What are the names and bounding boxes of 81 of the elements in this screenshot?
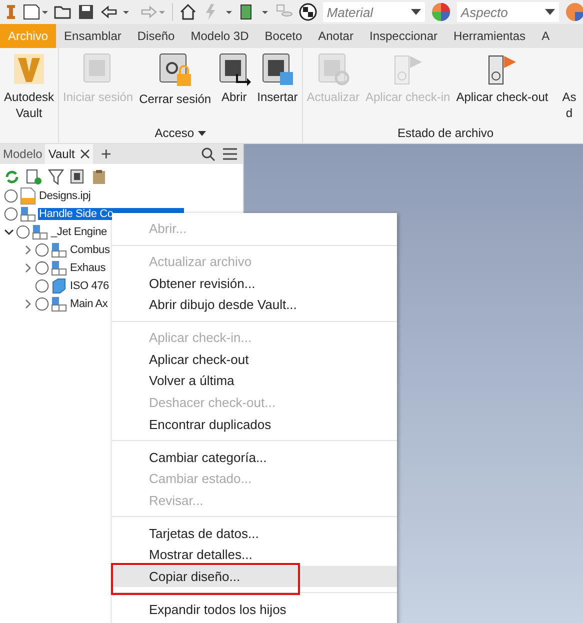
menu-item[interactable]: Cambiar categoría... bbox=[112, 446, 397, 468]
material-dropdown[interactable]: Material bbox=[322, 2, 425, 22]
status-circle-icon bbox=[4, 207, 18, 221]
ribbon-button[interactable]: Insertar bbox=[255, 52, 300, 123]
menu-item[interactable]: Mostrar detalles... bbox=[112, 544, 397, 566]
ribbon-tab[interactable]: Anotar bbox=[310, 24, 362, 48]
list-refresh-icon[interactable] bbox=[26, 169, 42, 185]
ribbon-tab[interactable]: Ensamblar bbox=[56, 24, 130, 48]
assembly-icon bbox=[51, 260, 67, 276]
status-circle-icon bbox=[16, 225, 30, 239]
browser-tab[interactable]: Modelo bbox=[0, 144, 46, 164]
safe-icon bbox=[260, 52, 294, 86]
app-logo-icon[interactable] bbox=[6, 4, 16, 20]
ribbon-button[interactable]: Autodesk Vault bbox=[2, 52, 56, 123]
search-icon[interactable] bbox=[201, 147, 215, 161]
tree-item[interactable]: _Jet Engine bbox=[50, 226, 108, 238]
status-circle-icon bbox=[35, 243, 49, 257]
close-icon[interactable] bbox=[80, 149, 90, 159]
caret-icon bbox=[410, 9, 421, 15]
safe-icon[interactable] bbox=[70, 169, 86, 185]
menu-item[interactable]: Abrir dibujo desde Vault... bbox=[112, 294, 397, 316]
status-circle-icon bbox=[35, 261, 49, 275]
checker-sphere-icon[interactable] bbox=[298, 3, 317, 21]
ribbon-tab[interactable]: Modelo 3D bbox=[182, 24, 257, 48]
caret-icon bbox=[545, 9, 556, 15]
safe-icon bbox=[316, 52, 350, 86]
ribbon-button[interactable]: Aplicar check-out bbox=[454, 52, 550, 123]
status-circle-icon bbox=[35, 279, 49, 293]
vault-status-icon[interactable] bbox=[238, 3, 269, 21]
chevron-right-icon[interactable] bbox=[23, 245, 33, 255]
new-file-icon[interactable] bbox=[22, 3, 48, 21]
chevron-right-icon[interactable] bbox=[23, 263, 33, 273]
cube-icon bbox=[51, 278, 67, 294]
ribbon-tab[interactable]: Diseño bbox=[129, 24, 183, 48]
ribbon-tab[interactable]: Boceto bbox=[256, 24, 310, 48]
clipboard-icon[interactable] bbox=[92, 169, 106, 185]
ribbon-tab[interactable]: Herramientas bbox=[446, 24, 534, 48]
menu-item[interactable]: Copiar diseño... bbox=[112, 566, 397, 588]
project-file-icon bbox=[20, 187, 36, 205]
status-circle-icon bbox=[4, 189, 18, 203]
tree-item[interactable]: ISO 476 bbox=[69, 280, 110, 292]
ribbon-button[interactable]: As d bbox=[552, 52, 583, 123]
safe-icon bbox=[217, 52, 252, 86]
undo-icon[interactable] bbox=[100, 4, 130, 20]
caret-icon[interactable] bbox=[198, 130, 206, 136]
panel-title: Estado de archivo bbox=[397, 126, 494, 140]
ribbon-tab[interactable]: Inspeccionar bbox=[361, 24, 446, 48]
assembly-icon bbox=[51, 242, 67, 258]
menu-item[interactable]: Aplicar check-out bbox=[112, 348, 397, 370]
menu-icon[interactable] bbox=[223, 148, 237, 160]
locked-safe-icon bbox=[157, 52, 194, 88]
tree-item[interactable]: Combus bbox=[69, 244, 111, 256]
home-icon[interactable] bbox=[178, 3, 197, 21]
menu-item[interactable]: Expandir todos los hijos bbox=[112, 598, 397, 620]
vault-logo-icon bbox=[14, 52, 44, 86]
chevron-right-icon[interactable] bbox=[23, 299, 33, 309]
assembly-icon bbox=[51, 296, 67, 312]
menu-item[interactable]: Volver a última bbox=[112, 370, 397, 392]
tree-item[interactable]: Exhaus bbox=[69, 262, 106, 274]
browser-tab[interactable]: Vault bbox=[45, 144, 93, 164]
ribbon-tab[interactable]: A bbox=[534, 24, 558, 48]
refresh-icon[interactable] bbox=[4, 169, 20, 185]
tree-item[interactable]: Main Ax bbox=[69, 298, 109, 310]
ribbon-button[interactable]: Abrir bbox=[215, 52, 254, 123]
menu-item[interactable]: Obtener revisión... bbox=[112, 272, 397, 294]
status-circle-icon bbox=[35, 297, 49, 311]
assembly-icon bbox=[32, 224, 48, 240]
tree-item[interactable]: Designs.ipj bbox=[38, 190, 92, 202]
color-wheel-icon[interactable] bbox=[565, 2, 583, 22]
menu-item[interactable]: Encontrar duplicados bbox=[112, 414, 397, 436]
filter-icon[interactable] bbox=[48, 169, 64, 185]
color-wheel-icon[interactable] bbox=[430, 2, 451, 22]
assembly-icon bbox=[20, 206, 36, 222]
save-icon[interactable] bbox=[78, 4, 94, 20]
add-tab-button[interactable]: + bbox=[92, 144, 120, 164]
ribbon-button[interactable]: Cerrar sesión bbox=[137, 52, 214, 123]
appearance-dropdown[interactable]: Aspecto bbox=[456, 2, 560, 22]
panel-title: Acceso bbox=[154, 126, 194, 140]
menu-item[interactable]: Tarjetas de datos... bbox=[112, 522, 397, 544]
folder-icon[interactable] bbox=[54, 4, 72, 20]
chevron-down-icon[interactable] bbox=[4, 227, 14, 237]
